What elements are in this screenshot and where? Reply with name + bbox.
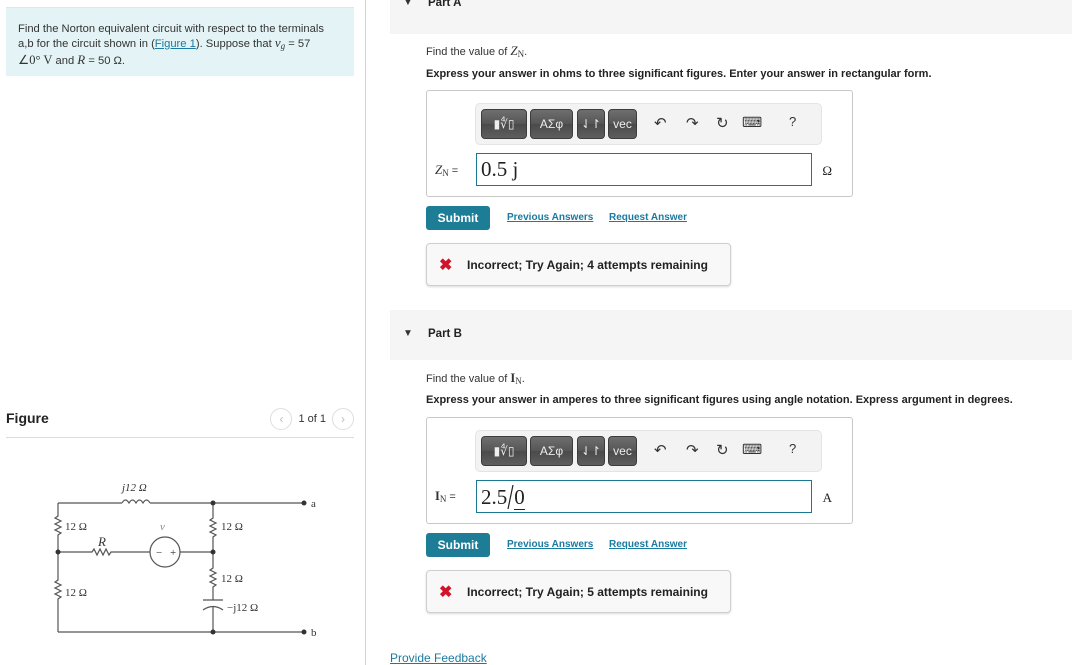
resistor-right-top	[208, 503, 218, 552]
figure-title: Figure	[6, 410, 49, 426]
source-minus: −	[156, 547, 162, 559]
undo-icon[interactable]: ↶	[654, 441, 667, 459]
terminal-b: b	[311, 627, 317, 639]
part-a-answer-box: ▮∜▯ ΑΣφ ⇃↾ vec ↶ ↷ ↻ ⌨ ? ZN = 0.5 j Ω	[426, 90, 853, 197]
part-b-instructions: Express your answer in amperes to three …	[426, 394, 1013, 406]
angle-value: ∠0° V	[18, 53, 53, 67]
reset-icon[interactable]: ↻	[716, 441, 729, 459]
help-icon[interactable]: ?	[789, 114, 796, 129]
part-b-feedback-text: Incorrect; Try Again; 5 attempts remaini…	[467, 585, 708, 599]
part-b-request-answer-link[interactable]: Request Answer	[609, 539, 687, 550]
resistor-left-top	[53, 503, 63, 552]
vg-symbol: vg	[274, 35, 286, 52]
right-top-resistor-label: 12 Ω	[221, 521, 243, 533]
right-panel: ▼ Part A Find the value of ZN. Express y…	[390, 0, 1072, 665]
part-b-label: Part B	[428, 328, 462, 340]
source-label: v	[160, 521, 165, 533]
in-label: IN =	[435, 489, 456, 504]
ampere-unit: A	[822, 490, 832, 505]
inductor	[121, 499, 151, 505]
part-a-label: Part A	[428, 0, 462, 9]
greek-symbols-button[interactable]: ΑΣφ	[530, 436, 573, 466]
chevron-right-icon: ›	[341, 412, 345, 426]
part-b-feedback: ✖ Incorrect; Try Again; 5 attempts remai…	[426, 570, 731, 613]
part-b-math-toolbar: ▮∜▯ ΑΣφ ⇃↾ vec ↶ ↷ ↻ ⌨ ?	[475, 430, 822, 472]
part-b-header[interactable]: ▼ Part B	[390, 310, 1072, 360]
ohm-unit: Ω	[822, 163, 832, 178]
part-a-feedback-text: Incorrect; Try Again; 4 attempts remaini…	[467, 258, 708, 272]
provide-feedback-link[interactable]: Provide Feedback	[390, 651, 487, 665]
source-plus: +	[170, 547, 176, 559]
circuit-diagram: j12 Ω 12 Ω 12 Ω R v − + 12 Ω 12 Ω −j12 Ω…	[53, 482, 317, 639]
resistor-right-bottom	[208, 552, 218, 600]
undo-icon[interactable]: ↶	[654, 114, 667, 132]
part-a-feedback: ✖ Incorrect; Try Again; 4 attempts remai…	[426, 243, 731, 286]
left-bottom-resistor-label: 12 Ω	[65, 587, 87, 599]
reset-icon[interactable]: ↻	[716, 114, 729, 132]
zn-input[interactable]: 0.5 j	[476, 153, 812, 186]
figure-link[interactable]: Figure 1	[155, 38, 196, 50]
part-b-previous-answers-link[interactable]: Previous Answers	[507, 539, 593, 550]
right-bottom-resistor-label: 12 Ω	[221, 573, 243, 585]
left-panel: Find the Norton equivalent circuit with …	[0, 0, 366, 665]
r-label: R	[97, 534, 106, 549]
chevron-left-icon: ‹	[279, 412, 284, 426]
keyboard-icon[interactable]: ⌨	[742, 114, 762, 131]
greek-symbols-button[interactable]: ΑΣφ	[530, 109, 573, 139]
part-a-math-toolbar: ▮∜▯ ΑΣφ ⇃↾ vec ↶ ↷ ↻ ⌨ ?	[475, 103, 822, 145]
part-b-answer-box: ▮∜▯ ΑΣφ ⇃↾ vec ↶ ↷ ↻ ⌨ ? IN = 2.5 0 A	[426, 417, 853, 524]
help-icon[interactable]: ?	[789, 441, 796, 456]
templates-button[interactable]: ▮∜▯	[481, 109, 527, 139]
problem-statement: Find the Norton equivalent circuit with …	[6, 7, 354, 76]
prev-figure-button[interactable]: ‹	[270, 408, 293, 430]
inductor-label: j12 Ω	[120, 482, 147, 494]
arrows-button[interactable]: ⇃↾	[577, 436, 605, 466]
next-figure-button[interactable]: ›	[332, 408, 354, 430]
keyboard-icon[interactable]: ⌨	[742, 441, 762, 458]
figure-header: Figure ‹ 1 of 1 ›	[6, 404, 354, 438]
part-a-previous-answers-link[interactable]: Previous Answers	[507, 212, 593, 223]
incorrect-x-icon: ✖	[439, 584, 453, 601]
part-a-question: Find the value of ZN.	[426, 43, 528, 59]
redo-icon[interactable]: ↷	[686, 114, 699, 132]
figure-pager: ‹ 1 of 1 ›	[270, 408, 354, 430]
part-a-request-answer-link[interactable]: Request Answer	[609, 212, 687, 223]
pager-count: 1 of 1	[298, 413, 326, 425]
templates-button[interactable]: ▮∜▯	[481, 436, 527, 466]
left-top-resistor-label: 12 Ω	[65, 521, 87, 533]
collapse-triangle-icon: ▼	[403, 328, 413, 339]
resistor-r	[58, 547, 150, 557]
part-a-submit-button[interactable]: Submit	[426, 206, 490, 230]
incorrect-x-icon: ✖	[439, 257, 453, 274]
zn-label: ZN =	[435, 162, 459, 178]
resistor-left-bottom	[53, 552, 63, 632]
redo-icon[interactable]: ↷	[686, 441, 699, 459]
vec-button[interactable]: vec	[608, 109, 637, 139]
part-a-instructions: Express your answer in ohms to three sig…	[426, 68, 932, 80]
part-a-header[interactable]: ▼ Part A	[390, 0, 1072, 34]
vec-button[interactable]: vec	[608, 436, 637, 466]
collapse-triangle-icon: ▼	[403, 0, 413, 8]
arrows-button[interactable]: ⇃↾	[577, 109, 605, 139]
part-b-question: Find the value of IN.	[426, 371, 525, 386]
part-b-submit-button[interactable]: Submit	[426, 533, 490, 557]
capacitor-label: −j12 Ω	[227, 602, 258, 614]
terminal-a: a	[311, 498, 316, 510]
in-input[interactable]: 2.5 0	[476, 480, 812, 513]
